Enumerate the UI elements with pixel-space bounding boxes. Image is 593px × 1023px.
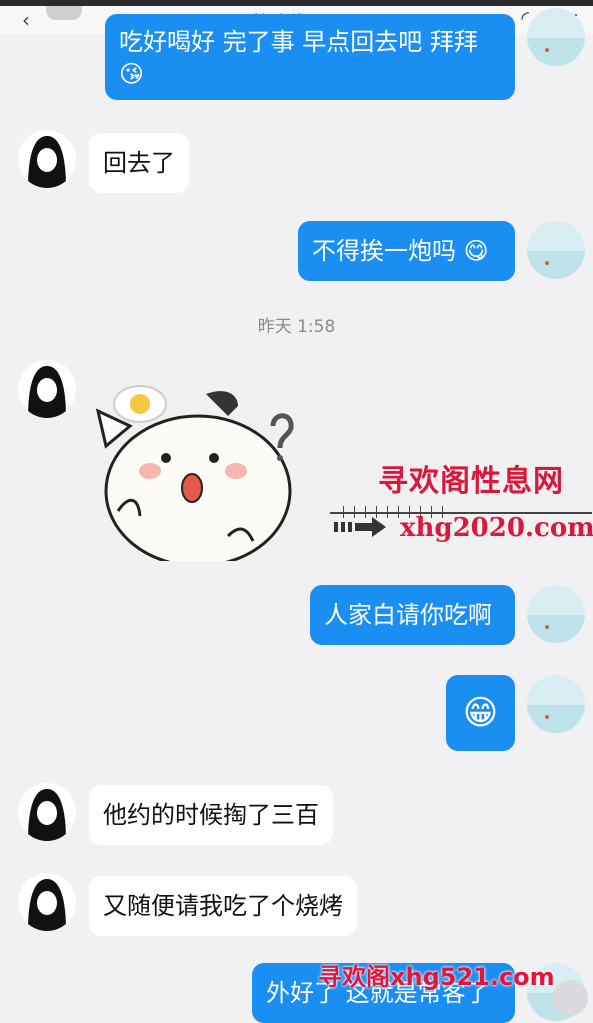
watermark-bottom-banner: 寻欢阁xhg521.com xyxy=(318,963,555,991)
avatar-self[interactable] xyxy=(527,585,585,643)
scroll-down-button[interactable] xyxy=(552,980,588,1016)
emoji-icon: 😋 xyxy=(456,237,489,265)
message-bubble-outgoing[interactable]: 人家白请你吃啊 xyxy=(310,585,515,645)
grin-emoji-icon: 😁 xyxy=(462,693,499,733)
message-text: 回去了 xyxy=(103,149,175,177)
message-bubble-outgoing[interactable]: 不得挨一炮吗 😋 xyxy=(298,221,515,281)
watermark-arrow-icon xyxy=(334,517,386,537)
message-bubble-incoming[interactable]: 他约的时候掏了三百 xyxy=(89,785,333,845)
message-bubble-incoming[interactable]: 又随便请我吃了个烧烤 xyxy=(89,876,357,936)
message-text: 他约的时候掏了三百 xyxy=(103,801,319,829)
unread-badge[interactable] xyxy=(46,6,82,20)
avatar-contact[interactable] xyxy=(18,783,76,841)
avatar-self[interactable] xyxy=(527,221,585,279)
emoji-icon: 😘 xyxy=(119,60,145,88)
message-bubble-outgoing[interactable]: 吃好喝好 完了事 早点回去吧 拜拜 😘 xyxy=(105,14,515,100)
watermark-site-name: 寻欢阁性息网 xyxy=(378,464,564,499)
message-text: 吃好喝好 完了事 早点回去吧 拜拜 xyxy=(119,28,478,56)
sticker-cat-confused[interactable] xyxy=(88,376,298,568)
avatar-contact[interactable] xyxy=(18,360,76,418)
avatar-self[interactable] xyxy=(527,8,585,66)
message-text: 不得挨一炮吗 xyxy=(312,237,456,265)
message-text: 人家白请你吃啊 xyxy=(324,601,492,629)
avatar-self[interactable] xyxy=(527,675,585,733)
avatar-contact[interactable] xyxy=(18,130,76,188)
message-bubble-outgoing-emoji[interactable]: 😁 xyxy=(446,675,515,751)
message-text: 又随便请我吃了个烧烤 xyxy=(103,892,343,920)
watermark-site-url: xhg2020.com xyxy=(400,513,593,543)
message-timestamp: 昨天 1:58 xyxy=(257,317,336,337)
message-bubble-incoming[interactable]: 回去了 xyxy=(89,133,189,193)
avatar-contact[interactable] xyxy=(18,873,76,931)
back-chevron-icon[interactable]: ‹ xyxy=(22,8,30,32)
